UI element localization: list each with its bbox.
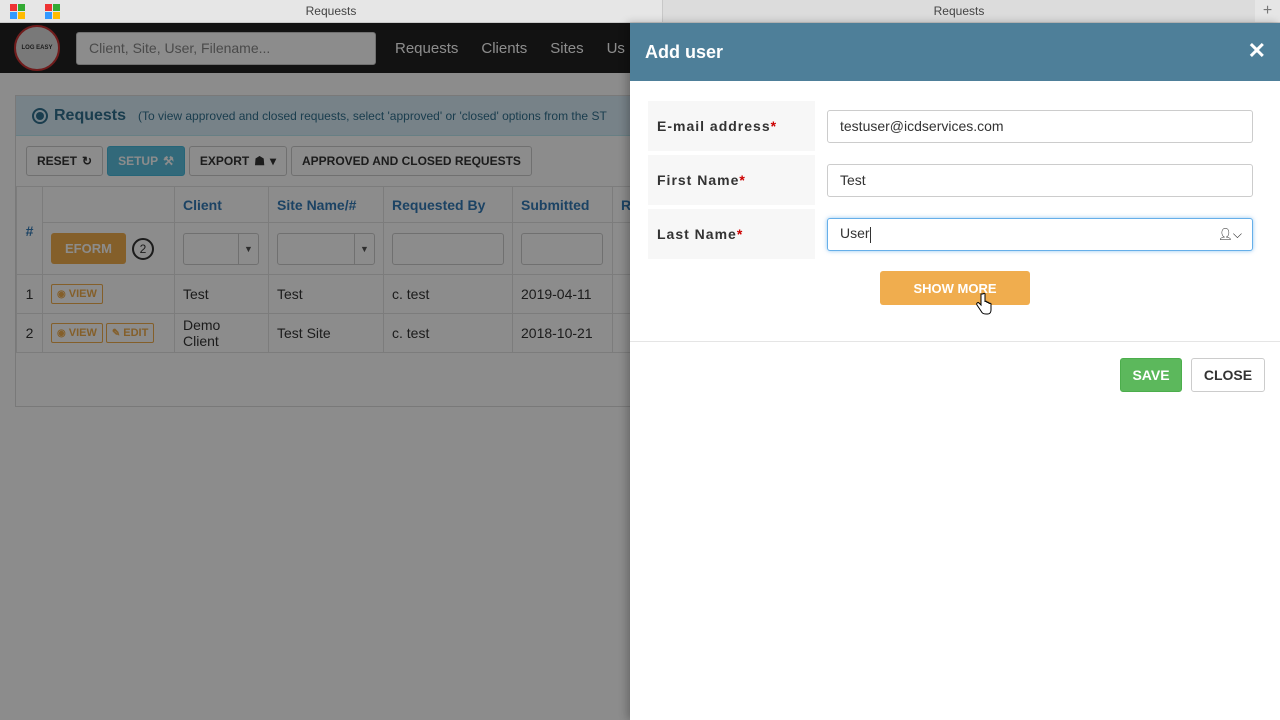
hand-cursor-icon [976,293,992,315]
modal-divider [630,341,1280,342]
last-name-value: User [840,225,870,242]
required-marker: * [770,118,778,134]
tab-label: Requests [933,4,985,18]
first-name-field[interactable] [827,163,1253,197]
plus-icon[interactable]: + [1255,0,1280,22]
modal-title: Add user [645,41,724,62]
label-text: First Name [657,172,740,188]
person-dropdown-icon[interactable]: 👤︎⌵ [1218,227,1242,242]
label-text: Last Name [657,226,737,242]
apps-icon[interactable] [10,4,25,19]
save-button[interactable]: SAVE [1120,358,1182,392]
close-icon[interactable]: ✕ [1248,40,1266,62]
close-button[interactable]: CLOSE [1191,358,1265,392]
first-name-row: First Name * [648,155,1260,205]
required-marker: * [739,172,746,188]
last-name-label: Last Name * [648,209,815,259]
first-name-label: First Name * [648,155,815,205]
browser-tab-1[interactable]: Requests [0,0,663,22]
add-user-modal: Add user ✕ E-mail address* First Name* L… [630,23,1280,720]
modal-backdrop[interactable] [0,23,630,73]
modal-backdrop[interactable] [0,73,630,720]
show-more-button[interactable]: SHOW MORE [880,271,1030,305]
browser-tab-2[interactable]: Requests [663,0,1255,22]
label-text: E-mail address [657,118,771,134]
email-row: E-mail address * [648,101,1260,151]
required-marker: * [736,226,744,242]
tab-label: Requests [305,4,357,18]
modal-header: Add user ✕ [630,23,1280,81]
app-launcher [10,4,60,19]
browser-tab-strip: Requests Requests + [0,0,1280,23]
last-name-field[interactable]: User 👤︎⌵ [827,217,1253,251]
apps-icon[interactable] [45,4,60,19]
last-name-row: Last Name * User 👤︎⌵ [648,209,1260,259]
email-field[interactable] [827,109,1253,143]
email-label: E-mail address * [648,101,815,151]
